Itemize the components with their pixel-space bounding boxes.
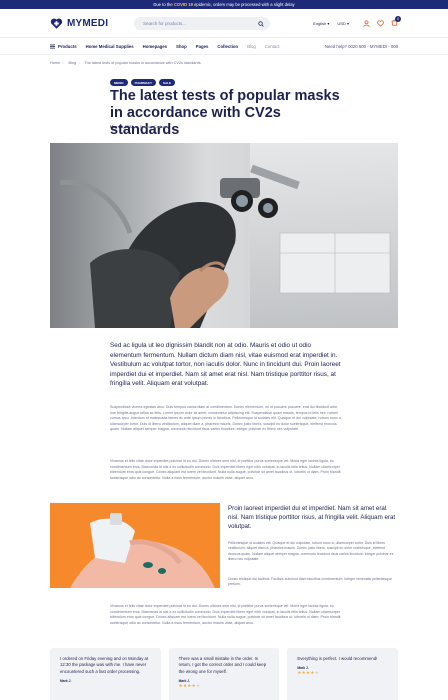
breadcrumb: Home › Blog › The latest tests of popular … bbox=[50, 61, 201, 65]
page-title: The latest tests of popular masks in acc… bbox=[110, 88, 340, 138]
breadcrumb-home[interactable]: Home bbox=[50, 61, 60, 65]
testimonial-text: Everything is perfect. I would recommend… bbox=[297, 656, 378, 661]
search-placeholder: Search for products... bbox=[143, 21, 187, 26]
hand-bottle-illustration bbox=[50, 503, 220, 588]
nav-shop[interactable]: Shop bbox=[176, 44, 187, 49]
split-paragraph-2: Donec tristique dui facilisis. Facilisis… bbox=[228, 577, 392, 587]
post-meta: May 16, 2022 Thomas Carlson bbox=[110, 125, 167, 129]
article-paragraph-2: Vivamus et felis vitae dolor imperdiet p… bbox=[110, 459, 341, 480]
post-tags: MEDIC PHARMACY SALE bbox=[110, 79, 176, 86]
language-selector[interactable]: English ▾ bbox=[313, 21, 329, 26]
tag-medic[interactable]: MEDIC bbox=[110, 79, 128, 86]
nav-contact[interactable]: Contact bbox=[265, 44, 280, 49]
dental-clinic-illustration bbox=[50, 143, 398, 328]
nav-pages[interactable]: Pages bbox=[196, 44, 209, 49]
testimonial-text: I ordered on Friday evening and on Monda… bbox=[60, 656, 149, 674]
article-paragraph-3: Vivamus et felis vitae dolor imperdiet p… bbox=[110, 604, 341, 625]
heart-icon[interactable] bbox=[377, 20, 384, 27]
search-input[interactable]: Search for products... bbox=[134, 17, 270, 30]
hero-image bbox=[50, 143, 398, 328]
announcement-highlight: COVID 19 bbox=[173, 2, 193, 7]
testimonial-text: There was a small mistake in the order. … bbox=[178, 656, 267, 674]
heart-cross-icon bbox=[50, 17, 63, 29]
menu-icon bbox=[50, 44, 55, 48]
nav-blog[interactable]: Blog bbox=[247, 44, 256, 49]
user-icon[interactable] bbox=[363, 19, 370, 27]
help-phone[interactable]: Need help? 0020 500 - MYMEDI - 000 bbox=[325, 44, 398, 49]
nav-home-medical-supplies[interactable]: Home Medical Supplies bbox=[86, 44, 134, 49]
logo[interactable]: MYMEDI bbox=[50, 17, 108, 30]
currency-selector[interactable]: USD ▾ bbox=[337, 21, 349, 26]
post-date: May 16, 2022 bbox=[110, 125, 134, 129]
search-icon[interactable] bbox=[258, 20, 264, 27]
article-lead: Sed ac ligula ut leo dignissim blandit n… bbox=[110, 342, 341, 388]
nav-collection[interactable]: Collection bbox=[217, 44, 238, 49]
announcement-prefix: Due to the bbox=[153, 2, 173, 7]
announcement-suffix: epidemic, orders may be processed with a… bbox=[194, 2, 295, 7]
header-utilities: English ▾ USD ▾ 0 bbox=[313, 9, 401, 37]
breadcrumb-blog[interactable]: Blog bbox=[68, 61, 76, 65]
testimonial-card: There was a small mistake in the order. … bbox=[168, 648, 280, 700]
testimonial-card: Everything is perfect. I would recommend… bbox=[287, 648, 399, 700]
cart-button[interactable]: 0 bbox=[391, 16, 401, 27]
breadcrumb-current: The latest tests of popular masks in acc… bbox=[84, 61, 201, 65]
cart-count-badge: 0 bbox=[395, 16, 401, 22]
main-nav: Products Home Medical Supplies Homepages… bbox=[0, 37, 448, 55]
site-header: MYMEDI Search for products... English ▾ … bbox=[0, 9, 448, 37]
hand-sanitizer-image bbox=[50, 503, 220, 588]
rating-stars: ★★★★★ bbox=[297, 670, 320, 676]
testimonials: I ordered on Friday evening and on Monda… bbox=[50, 648, 399, 700]
announcement-bar: Due to the COVID 19 epidemic, orders may… bbox=[0, 0, 448, 9]
brand-name: MYMEDI bbox=[67, 17, 109, 29]
rating-stars: ★★★★★ bbox=[178, 683, 201, 689]
testimonial-author: Mark J. bbox=[60, 679, 72, 684]
nav-homepages[interactable]: Homepages bbox=[143, 44, 167, 49]
tag-sale[interactable]: SALE bbox=[159, 79, 176, 86]
nav-products[interactable]: Products bbox=[50, 44, 77, 49]
split-lead: Proin laoreet imperdiet dui et imperdiet… bbox=[228, 505, 396, 531]
post-author[interactable]: Thomas Carlson bbox=[139, 125, 167, 129]
testimonial-card: I ordered on Friday evening and on Monda… bbox=[50, 648, 161, 700]
split-paragraph-1: Pellentesque id sodales elit. Quisque et… bbox=[228, 541, 394, 562]
tag-pharmacy[interactable]: PHARMACY bbox=[130, 79, 157, 86]
article-paragraph-1: Suspendisse viverra egestas arcu. Duis t… bbox=[110, 405, 342, 432]
